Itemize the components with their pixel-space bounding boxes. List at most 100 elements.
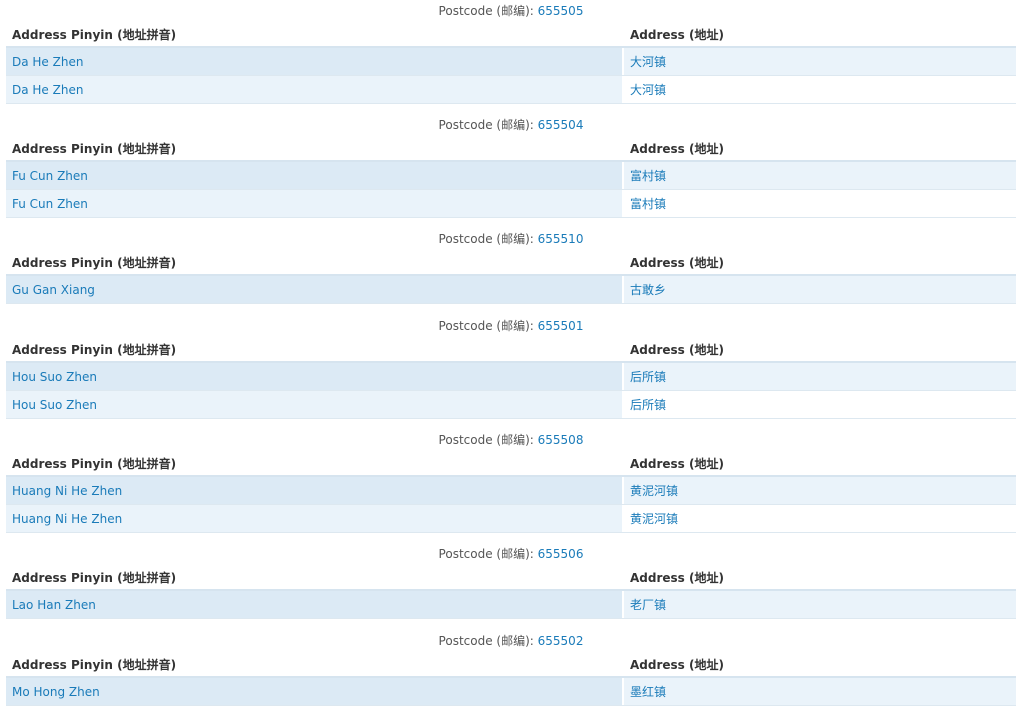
address-pinyin-link[interactable]: Huang Ni He Zhen (12, 484, 122, 498)
postcode-caption: Postcode (邮编): 655510 (6, 228, 1016, 250)
address-pinyin-link[interactable]: Fu Cun Zhen (12, 169, 88, 183)
postcode-group: Postcode (邮编): 655504 Address Pinyin (地址… (6, 114, 1016, 218)
postcode-label: Postcode (邮编): (438, 547, 538, 561)
postcode-label: Postcode (邮编): (438, 4, 538, 18)
postcode-label: Postcode (邮编): (438, 118, 538, 132)
postcode-caption: Postcode (邮编): 655508 (6, 429, 1016, 451)
address-pinyin-link[interactable]: Hou Suo Zhen (12, 370, 97, 384)
cell-address: 后所镇 (624, 363, 1016, 390)
postcode-caption: Postcode (邮编): 655506 (6, 543, 1016, 565)
cell-address: 黄泥河镇 (624, 505, 1016, 532)
postcode-link[interactable]: 655508 (538, 433, 584, 447)
column-header-address: Address (地址) (630, 27, 724, 42)
postcode-link[interactable]: 655506 (538, 547, 584, 561)
table-header: Address Pinyin (地址拼音) Address (地址) (6, 652, 1016, 678)
postcode-link[interactable]: 655505 (538, 4, 584, 18)
address-pinyin-link[interactable]: Huang Ni He Zhen (12, 512, 122, 526)
cell-pinyin: Da He Zhen (6, 76, 624, 103)
address-link[interactable]: 大河镇 (630, 81, 666, 98)
column-header-pinyin: Address Pinyin (地址拼音) (12, 456, 177, 471)
postcode-link[interactable]: 655504 (538, 118, 584, 132)
address-link[interactable]: 墨红镇 (630, 683, 666, 700)
address-pinyin-link[interactable]: Hou Suo Zhen (12, 398, 97, 412)
address-link[interactable]: 后所镇 (630, 368, 666, 385)
cell-address: 大河镇 (624, 76, 1016, 103)
column-header-address: Address (地址) (630, 255, 724, 270)
postcode-group: Postcode (邮编): 655506 Address Pinyin (地址… (6, 543, 1016, 619)
table-row: Da He Zhen 大河镇 (6, 76, 1016, 104)
cell-address: 古敢乡 (624, 276, 1016, 303)
address-link[interactable]: 黄泥河镇 (630, 482, 678, 499)
address-pinyin-link[interactable]: Da He Zhen (12, 83, 83, 97)
table-row: Lao Han Zhen 老厂镇 (6, 591, 1016, 619)
cell-pinyin: Huang Ni He Zhen (6, 477, 624, 504)
postcode-group: Postcode (邮编): 655502 Address Pinyin (地址… (6, 630, 1016, 706)
postcode-label: Postcode (邮编): (438, 634, 538, 648)
address-pinyin-link[interactable]: Mo Hong Zhen (12, 685, 100, 699)
address-link[interactable]: 大河镇 (630, 53, 666, 70)
cell-address: 墨红镇 (624, 678, 1016, 705)
table-header: Address Pinyin (地址拼音) Address (地址) (6, 565, 1016, 591)
column-header-pinyin: Address Pinyin (地址拼音) (12, 570, 177, 585)
cell-address: 大河镇 (624, 48, 1016, 75)
cell-address: 黄泥河镇 (624, 477, 1016, 504)
address-link[interactable]: 古敢乡 (630, 281, 666, 298)
postcode-group: Postcode (邮编): 655501 Address Pinyin (地址… (6, 315, 1016, 419)
cell-address: 富村镇 (624, 190, 1016, 217)
cell-pinyin: Mo Hong Zhen (6, 678, 624, 705)
postcode-group: Postcode (邮编): 655505 Address Pinyin (地址… (6, 0, 1016, 104)
table-row: Hou Suo Zhen 后所镇 (6, 363, 1016, 391)
table-row: Fu Cun Zhen 富村镇 (6, 190, 1016, 218)
cell-pinyin: Fu Cun Zhen (6, 190, 624, 217)
table-header: Address Pinyin (地址拼音) Address (地址) (6, 136, 1016, 162)
postcode-label: Postcode (邮编): (438, 433, 538, 447)
address-link[interactable]: 黄泥河镇 (630, 510, 678, 527)
table-row: Huang Ni He Zhen 黄泥河镇 (6, 505, 1016, 533)
address-link[interactable]: 富村镇 (630, 167, 666, 184)
column-header-address: Address (地址) (630, 657, 724, 672)
address-pinyin-link[interactable]: Fu Cun Zhen (12, 197, 88, 211)
table-header: Address Pinyin (地址拼音) Address (地址) (6, 22, 1016, 48)
address-link[interactable]: 老厂镇 (630, 596, 666, 613)
cell-pinyin: Lao Han Zhen (6, 591, 624, 618)
table-row: Fu Cun Zhen 富村镇 (6, 162, 1016, 190)
table-row: Hou Suo Zhen 后所镇 (6, 391, 1016, 419)
table-header: Address Pinyin (地址拼音) Address (地址) (6, 451, 1016, 477)
table-row: Mo Hong Zhen 墨红镇 (6, 678, 1016, 706)
cell-address: 老厂镇 (624, 591, 1016, 618)
cell-address: 后所镇 (624, 391, 1016, 418)
address-link[interactable]: 后所镇 (630, 396, 666, 413)
column-header-pinyin: Address Pinyin (地址拼音) (12, 657, 177, 672)
table-row: Gu Gan Xiang 古敢乡 (6, 276, 1016, 304)
cell-pinyin: Hou Suo Zhen (6, 363, 624, 390)
cell-address: 富村镇 (624, 162, 1016, 189)
address-pinyin-link[interactable]: Da He Zhen (12, 55, 83, 69)
column-header-pinyin: Address Pinyin (地址拼音) (12, 255, 177, 270)
table-row: Huang Ni He Zhen 黄泥河镇 (6, 477, 1016, 505)
postcode-caption: Postcode (邮编): 655501 (6, 315, 1016, 337)
postcode-label: Postcode (邮编): (438, 319, 538, 333)
address-pinyin-link[interactable]: Lao Han Zhen (12, 598, 96, 612)
postcode-link[interactable]: 655501 (538, 319, 584, 333)
column-header-address: Address (地址) (630, 570, 724, 585)
address-pinyin-link[interactable]: Gu Gan Xiang (12, 283, 95, 297)
table-header: Address Pinyin (地址拼音) Address (地址) (6, 337, 1016, 363)
postcode-group: Postcode (邮编): 655508 Address Pinyin (地址… (6, 429, 1016, 533)
column-header-address: Address (地址) (630, 456, 724, 471)
cell-pinyin: Gu Gan Xiang (6, 276, 624, 303)
cell-pinyin: Hou Suo Zhen (6, 391, 624, 418)
postcode-label: Postcode (邮编): (438, 232, 538, 246)
postcode-group: Postcode (邮编): 655510 Address Pinyin (地址… (6, 228, 1016, 304)
cell-pinyin: Da He Zhen (6, 48, 624, 75)
address-link[interactable]: 富村镇 (630, 195, 666, 212)
postcode-caption: Postcode (邮编): 655502 (6, 630, 1016, 652)
postcode-caption: Postcode (邮编): 655504 (6, 114, 1016, 136)
cell-pinyin: Fu Cun Zhen (6, 162, 624, 189)
column-header-pinyin: Address Pinyin (地址拼音) (12, 342, 177, 357)
column-header-pinyin: Address Pinyin (地址拼音) (12, 141, 177, 156)
postcode-link[interactable]: 655502 (538, 634, 584, 648)
cell-pinyin: Huang Ni He Zhen (6, 505, 624, 532)
table-row: Da He Zhen 大河镇 (6, 48, 1016, 76)
postcode-link[interactable]: 655510 (538, 232, 584, 246)
postcode-caption: Postcode (邮编): 655505 (6, 0, 1016, 22)
